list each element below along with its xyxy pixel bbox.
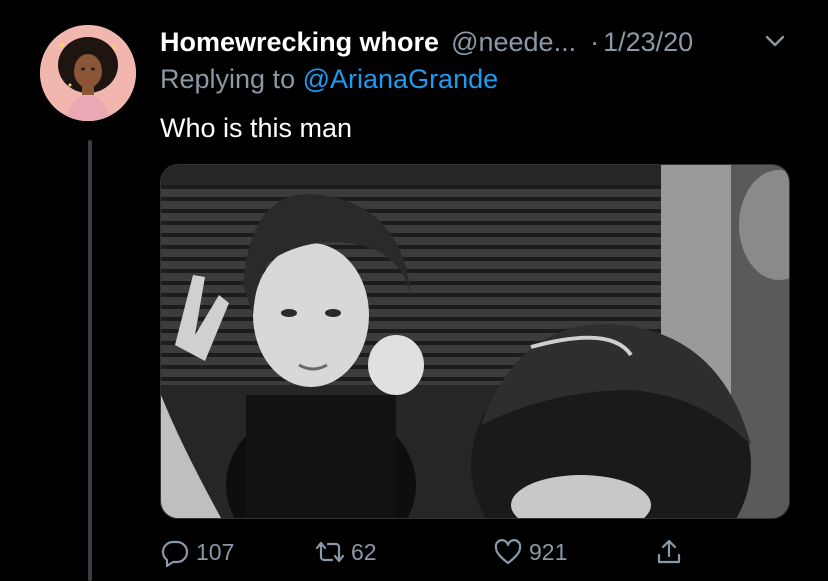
speech-bubble-icon xyxy=(161,540,189,567)
like-button[interactable]: 921 xyxy=(493,532,567,572)
thread-line xyxy=(88,140,92,581)
tweet-photo[interactable] xyxy=(160,164,790,519)
chevron-down-icon[interactable] xyxy=(760,26,790,56)
retweet-button[interactable]: 62 xyxy=(315,532,377,572)
reply-count: 107 xyxy=(196,538,235,565)
tweet-actions: 107 62 921 xyxy=(160,532,720,572)
reply-button[interactable]: 107 xyxy=(160,532,234,572)
separator-dot: · xyxy=(590,26,600,57)
avatar[interactable] xyxy=(40,25,136,121)
share-button[interactable] xyxy=(654,532,690,572)
tweet-header: Homewrecking whore @neede... · 1/23/20 xyxy=(160,24,800,60)
display-name[interactable]: Homewrecking whore xyxy=(160,27,439,58)
avatar-illustration xyxy=(40,25,136,121)
tweet-text: Who is this man xyxy=(160,113,353,143)
user-handle[interactable]: @neede... xyxy=(451,27,576,58)
retweet-icon xyxy=(315,541,345,563)
heart-icon xyxy=(494,539,522,565)
retweet-count: 62 xyxy=(351,538,377,565)
reply-prefix: Replying to xyxy=(160,64,296,94)
tweet-date[interactable]: 1/23/20 xyxy=(603,27,693,58)
photo-image xyxy=(161,165,789,518)
reply-mention-link[interactable]: @ArianaGrande xyxy=(303,64,499,94)
like-count: 921 xyxy=(529,538,568,565)
share-icon xyxy=(657,539,681,564)
replying-to: Replying to @ArianaGrande xyxy=(160,64,498,95)
